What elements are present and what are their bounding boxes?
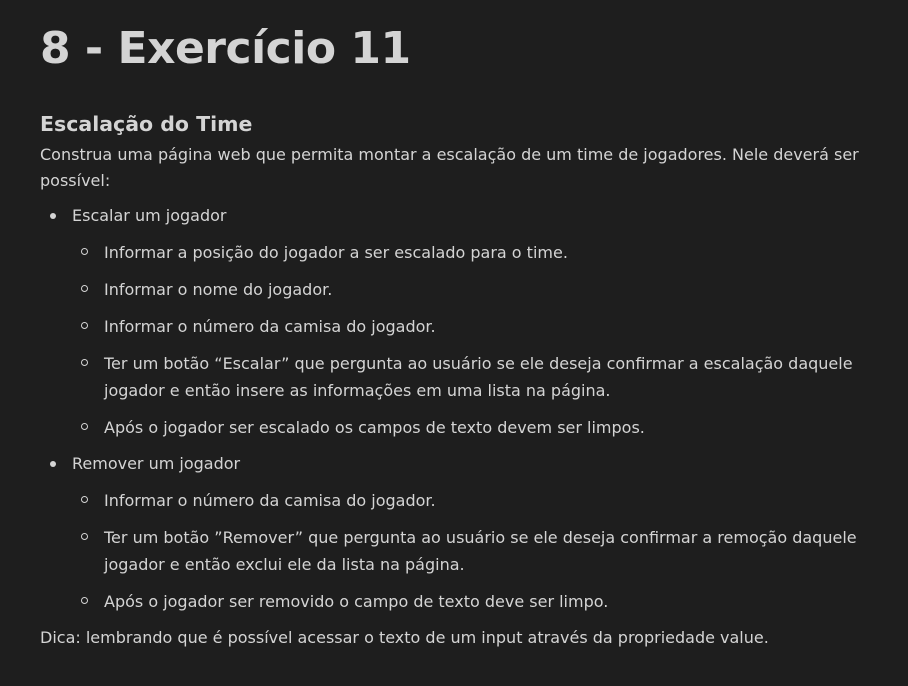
sublist-item: Ter um botão “Escalar” que pergunta ao u… xyxy=(72,350,868,404)
tip-paragraph: Dica: lembrando que é possível acessar o… xyxy=(40,628,769,647)
sublist-item-text: Após o jogador ser escalado os campos de… xyxy=(104,418,645,437)
sublist-item-text: Ter um botão “Escalar” que pergunta ao u… xyxy=(104,354,853,400)
intro-paragraph: Construa uma página web que permita mont… xyxy=(40,145,859,190)
sublist-item: Após o jogador ser removido o campo de t… xyxy=(72,588,868,615)
sublist-item-text: Informar o número da camisa do jogador. xyxy=(104,317,436,336)
list-item-remover: Remover um jogador Informar o número da … xyxy=(40,451,868,615)
sublist-item-text: Informar a posição do jogador a ser esca… xyxy=(104,243,568,262)
bullet-circle-icon xyxy=(81,322,88,329)
list-item-label: Escalar um jogador xyxy=(72,206,227,225)
bullet-disc-icon xyxy=(50,461,56,467)
sublist-item: Informar o nome do jogador. xyxy=(72,276,868,303)
section-heading: Escalação do Time xyxy=(40,112,253,136)
sublist-item-text: Informar o nome do jogador. xyxy=(104,280,333,299)
bullet-circle-icon xyxy=(81,496,88,503)
list-item-escalar: Escalar um jogador Informar a posição do… xyxy=(40,203,868,441)
sublist-item-text: Após o jogador ser removido o campo de t… xyxy=(104,592,609,611)
sublist-item-text: Ter um botão ”Remover” que pergunta ao u… xyxy=(104,528,857,574)
sublist-item: Informar a posição do jogador a ser esca… xyxy=(72,239,868,266)
sublist-escalar: Informar a posição do jogador a ser esca… xyxy=(72,239,868,441)
sublist-remover: Informar o número da camisa do jogador. … xyxy=(72,487,868,615)
bullet-circle-icon xyxy=(81,423,88,430)
document-body: 8 - Exercício 11 Escalação do Time Const… xyxy=(0,0,908,651)
sublist-item: Ter um botão ”Remover” que pergunta ao u… xyxy=(72,524,868,578)
bullet-circle-icon xyxy=(81,533,88,540)
sublist-item: Informar o número da camisa do jogador. xyxy=(72,313,868,340)
sublist-item: Após o jogador ser escalado os campos de… xyxy=(72,414,868,441)
bullet-circle-icon xyxy=(81,597,88,604)
bullet-circle-icon xyxy=(81,285,88,292)
sublist-item-text: Informar o número da camisa do jogador. xyxy=(104,491,436,510)
bullet-circle-icon xyxy=(81,359,88,366)
page-title: 8 - Exercício 11 xyxy=(40,23,411,74)
requirements-list: Escalar um jogador Informar a posição do… xyxy=(40,203,868,615)
sublist-item: Informar o número da camisa do jogador. xyxy=(72,487,868,514)
bullet-disc-icon xyxy=(50,213,56,219)
bullet-circle-icon xyxy=(81,248,88,255)
list-item-label: Remover um jogador xyxy=(72,454,241,473)
